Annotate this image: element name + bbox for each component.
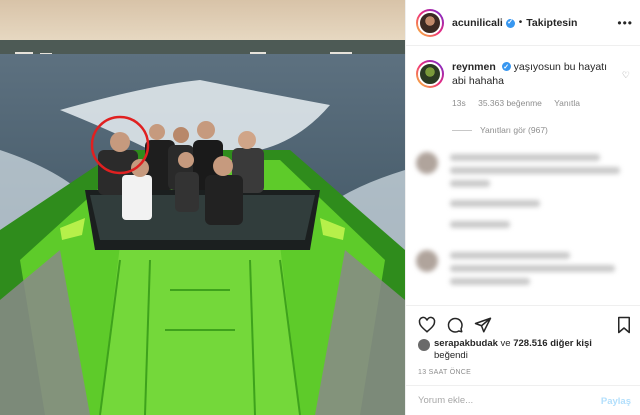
- view-replies[interactable]: Yanıtları gör (967): [452, 125, 548, 135]
- liker-avatar[interactable]: [418, 339, 430, 351]
- view-replies-label[interactable]: Yanıtları gör (967): [480, 125, 548, 135]
- likes-connector: ve: [500, 338, 511, 349]
- comment-like-heart-icon[interactable]: ♡: [622, 70, 630, 81]
- author-avatar[interactable]: [416, 8, 444, 37]
- comment-likes[interactable]: 35.363 beğenme: [478, 98, 542, 108]
- comment-meta: 13s 35.363 beğenme Yanıtla: [452, 96, 612, 110]
- instagram-post: acunilicali • Takiptesin ••• reynmen yaş…: [0, 0, 640, 415]
- liker-username[interactable]: serapakbudak: [434, 338, 498, 349]
- comment-time: 13s: [452, 98, 466, 108]
- header-separator: •: [518, 17, 523, 28]
- comment-input[interactable]: Yorum ekle...: [418, 395, 473, 406]
- bookmark-icon[interactable]: [616, 316, 632, 334]
- commenter-avatar[interactable]: [416, 60, 444, 88]
- likes-count[interactable]: 728.516 diğer kişi: [513, 338, 592, 349]
- post-header: acunilicali • Takiptesin •••: [406, 0, 640, 46]
- commenter-username[interactable]: reynmen: [452, 61, 496, 73]
- comment-icon[interactable]: [446, 316, 464, 334]
- post-image[interactable]: [0, 0, 405, 415]
- comment-input-area: Yorum ekle... Paylaş: [406, 385, 640, 415]
- replies-line: [452, 129, 472, 131]
- commenter-verified-icon: [501, 61, 511, 75]
- top-comment: reynmen yaşıyosun bu hayatı abi hahaha 1…: [416, 60, 631, 110]
- post-comment-button[interactable]: Paylaş: [601, 396, 631, 407]
- verified-badge-icon: [505, 18, 515, 28]
- blurred-comment-meta-1: [450, 200, 630, 234]
- post-timestamp[interactable]: 13 SAAT ÖNCE: [418, 369, 471, 376]
- reply-button[interactable]: Yanıtla: [554, 98, 580, 108]
- post-side-panel: acunilicali • Takiptesin ••• reynmen yaş…: [405, 0, 640, 415]
- heart-icon[interactable]: [418, 316, 436, 334]
- more-options-icon[interactable]: •••: [617, 16, 633, 30]
- following-button[interactable]: Takiptesin: [526, 17, 577, 29]
- author-username[interactable]: acunilicali: [452, 17, 503, 29]
- share-icon[interactable]: [474, 316, 492, 334]
- boat-photo: [0, 0, 405, 415]
- likes-summary: serapakbudak ve 728.516 diğer kişi beğen…: [418, 338, 592, 362]
- likes-suffix: beğendi: [434, 350, 468, 361]
